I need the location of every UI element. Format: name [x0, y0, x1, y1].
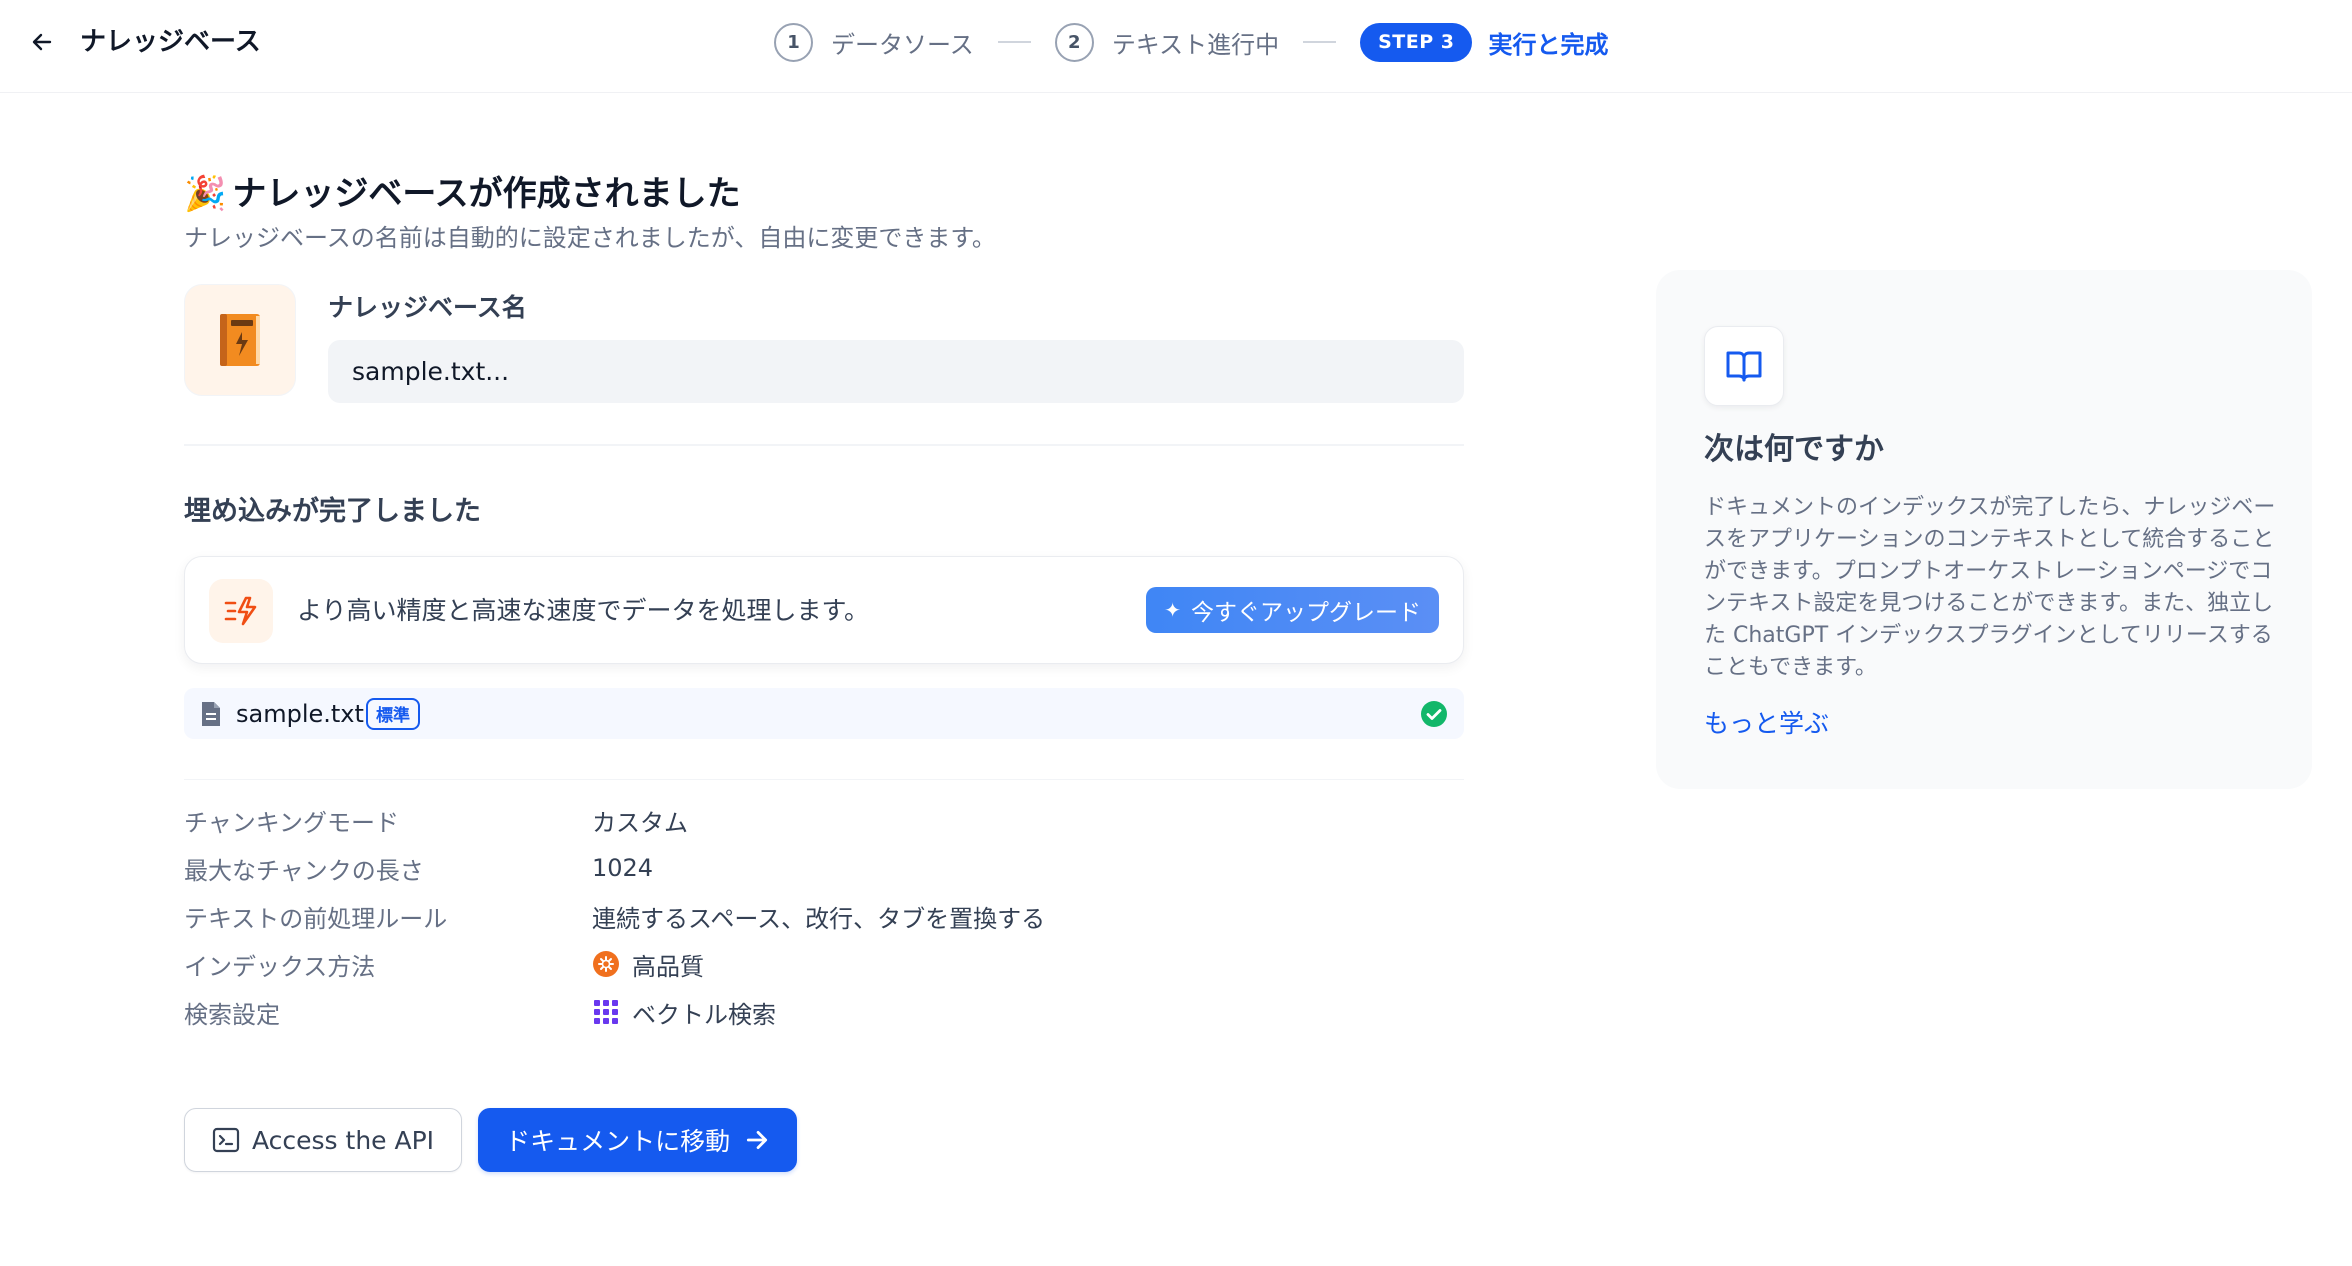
info-row-max-chunk-length: 最大なチャンクの長さ 1024 — [184, 844, 1464, 892]
go-to-document-label: ドキュメントに移動 — [505, 1127, 731, 1156]
info-key: インデックス方法 — [184, 952, 376, 981]
success-heading: 🎉 ナレッジベースが作成されました — [184, 170, 1464, 218]
processing-info: チャンキングモード カスタム 最大なチャンクの長さ 1024 テキストの前処理ル… — [184, 796, 1464, 1036]
arrow-right-icon — [744, 1127, 770, 1153]
info-row-preprocessing-rules: テキストの前処理ルール 連続するスペース、改行、タブを置換する — [184, 892, 1464, 940]
upgrade-card: より高い精度と高速な速度でデータを処理します。 ✦ 今すぐアップグレード — [184, 555, 1464, 664]
step-2-number: 2 — [1054, 22, 1094, 62]
top-header: ナレッジベース 1 データソース 2 テキスト進行中 STEP 3 実行と完成 — [0, 0, 2352, 93]
vector-search-icon — [592, 998, 620, 1026]
upgrade-text: より高い精度と高速な速度でデータを処理します。 — [297, 595, 870, 625]
next-steps-title: 次は何ですか — [1704, 432, 1884, 467]
main-content: 🎉 ナレッジベースが作成されました ナレッジベースの名前は自動的に設定されました… — [184, 170, 1464, 1172]
info-value: 連続するスペース、改行、タブを置換する — [592, 904, 1046, 933]
sparkle-icon: ✦ — [1164, 597, 1181, 622]
upgrade-button-label: 今すぐアップグレード — [1191, 599, 1421, 626]
action-buttons: Access the API ドキュメントに移動 — [184, 1108, 1464, 1172]
name-label: ナレッジベース名 — [328, 293, 527, 322]
info-value: ベクトル検索 — [592, 995, 776, 1030]
book-icon — [1726, 351, 1762, 382]
step-separator — [1303, 41, 1337, 43]
info-row-retrieval-setting: 検索設定 ベクトル検索 — [184, 988, 1464, 1036]
terminal-icon — [212, 1127, 240, 1153]
upgrade-button[interactable]: ✦ 今すぐアップグレード — [1146, 586, 1439, 633]
bolt-badge — [209, 578, 273, 643]
step-1-number: 1 — [774, 22, 813, 62]
info-row-chunking-mode: チャンキングモード カスタム — [184, 796, 1464, 844]
step-3-pill: STEP 3 — [1360, 22, 1473, 62]
page-title: ナレッジベース — [80, 27, 261, 57]
next-steps-panel: 次は何ですか ドキュメントのインデックスが完了したら、ナレッジベースをアプリケー… — [1656, 270, 2312, 789]
step-2-label: テキスト進行中 — [1111, 30, 1280, 59]
stepper: 1 データソース 2 テキスト進行中 STEP 3 実行と完成 — [774, 21, 1608, 63]
party-popper-icon: 🎉 — [184, 174, 227, 214]
file-list-item[interactable]: sample.txt 標準 — [184, 687, 1464, 739]
info-key: 最大なチャンクの長さ — [184, 856, 424, 885]
info-key: テキストの前処理ルール — [184, 904, 448, 933]
info-key: 検索設定 — [184, 1000, 280, 1029]
book-volume-icon — [220, 314, 260, 366]
high-quality-icon — [592, 950, 620, 978]
step-3-label: 実行と完成 — [1488, 30, 1609, 59]
file-name: sample.txt — [236, 699, 364, 728]
back-button[interactable] — [24, 24, 60, 60]
info-value: 高品質 — [592, 947, 704, 982]
embedding-complete-title: 埋め込みが完了しました — [184, 495, 481, 527]
step-1-label: データソース — [831, 30, 974, 59]
info-value: 1024 — [592, 854, 654, 882]
retrieval-setting-value: ベクトル検索 — [632, 1000, 776, 1029]
name-row: ナレッジベース名 — [184, 284, 1464, 403]
next-steps-body: ドキュメントのインデックスが完了したら、ナレッジベースをアプリケーションのコンテ… — [1704, 495, 2276, 680]
info-row-index-method: インデックス方法 高品質 — [184, 940, 1464, 988]
access-api-button[interactable]: Access the API — [184, 1108, 463, 1172]
lightning-icon — [224, 596, 257, 625]
index-method-value: 高品質 — [632, 952, 704, 981]
arrow-left-icon — [32, 33, 52, 51]
file-text-icon — [198, 700, 224, 732]
knowledge-base-avatar[interactable] — [184, 284, 296, 396]
go-to-document-button[interactable]: ドキュメントに移動 — [478, 1108, 798, 1172]
check-circle-icon — [1420, 700, 1448, 732]
step-separator — [997, 41, 1031, 43]
file-mode-badge: 標準 — [366, 697, 420, 730]
info-value: カスタム — [592, 808, 688, 837]
info-key: チャンキングモード — [184, 808, 400, 837]
access-api-label: Access the API — [252, 1125, 435, 1155]
book-icon-box — [1704, 326, 1784, 406]
divider — [184, 444, 1464, 446]
success-title: ナレッジベースが作成されました — [232, 174, 741, 214]
success-subtitle: ナレッジベースの名前は自動的に設定されましたが、自由に変更できます。 — [184, 224, 996, 252]
learn-more-link[interactable]: もっと学ぶ — [1704, 706, 1829, 742]
knowledge-base-name-input[interactable] — [328, 340, 1464, 403]
divider — [184, 778, 1464, 780]
